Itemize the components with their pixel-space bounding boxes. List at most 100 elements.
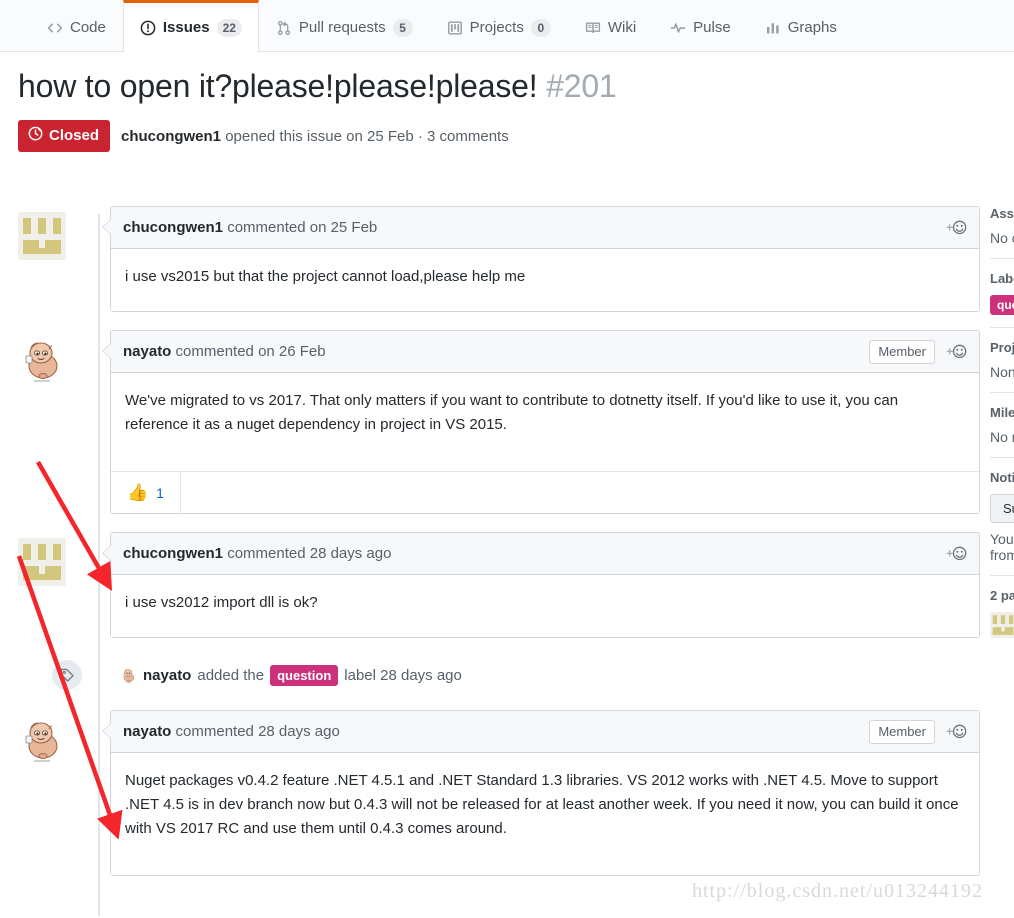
comment-author[interactable]: chucongwen1 — [123, 545, 223, 562]
add-reaction-icon[interactable] — [945, 343, 967, 360]
reaction-thumbs-up[interactable]: 👍 1 — [111, 472, 181, 513]
status-badge: Closed — [18, 120, 111, 152]
timeline-comment: nayato commented 28 days ago Member Nuget … — [18, 710, 980, 876]
tab-label: Issues — [162, 19, 210, 36]
avatar-cell — [18, 330, 84, 514]
issue-number: #201 — [546, 68, 617, 104]
avatar[interactable] — [18, 716, 66, 764]
comment-body: Nuget packages v0.4.2 feature .NET 4.5.1… — [111, 753, 979, 875]
avatar-cell — [18, 206, 84, 312]
timeline-event-labeled: nayato added the question label 28 days ago — [18, 656, 980, 694]
sidebar-assignees: Assignees No one assigned — [990, 206, 1014, 259]
meta-separator: · — [417, 127, 423, 145]
tab-label: Pulse — [693, 19, 731, 36]
sidebar-notifications-note-2: from this thread. — [990, 547, 1014, 563]
git-pull-request-icon — [276, 20, 292, 36]
page-title: how to open it?please!please!please! #20… — [18, 66, 978, 106]
pulse-icon — [670, 20, 686, 36]
event-text-before: added the — [197, 666, 265, 684]
tab-counter: 0 — [530, 18, 551, 37]
issue-meta-text: chucongwen1 opened this issue on 25 Feb … — [121, 128, 509, 145]
issue-opened-icon — [140, 20, 156, 36]
issue-sidebar: Assignees No one assigned Labels questio… — [990, 206, 1014, 641]
participant-avatar[interactable] — [990, 612, 1014, 638]
tab-label: Code — [70, 19, 106, 36]
comment-timestamp: commented on 25 Feb — [227, 219, 378, 236]
project-board-icon — [447, 20, 463, 36]
book-icon — [585, 20, 601, 36]
tab-wiki[interactable]: Wiki — [568, 0, 653, 52]
watermark: http://blog.csdn.net/u013244192 — [692, 880, 983, 902]
event-icon-cell — [18, 660, 84, 690]
tab-label: Projects — [469, 19, 524, 36]
issue-closed-icon — [28, 126, 43, 146]
sidebar-notifications-note-1: You're not receiving — [990, 531, 1014, 547]
comment-header: nayato commented on 26 Feb Member — [111, 331, 979, 373]
comment-cell: nayato commented on 26 Feb Member We've mi… — [102, 330, 980, 514]
comment-timestamp: commented 28 days ago — [227, 545, 392, 562]
tab-pulse[interactable]: Pulse — [653, 0, 748, 52]
tab-label: Pull requests — [298, 19, 386, 36]
avatar[interactable] — [18, 538, 66, 586]
tab-code[interactable]: Code — [30, 0, 123, 52]
avatar[interactable] — [18, 212, 66, 260]
comment-author[interactable]: nayato — [123, 343, 171, 360]
status-badge-label: Closed — [49, 127, 100, 144]
issue-author[interactable]: chucongwen1 — [121, 128, 221, 145]
sidebar-notifications: Notifications Subscribe You're not recei… — [990, 470, 1014, 576]
sidebar-participants-title: 2 participants — [990, 588, 1014, 603]
sidebar-assignees-value: No one assigned — [990, 230, 1014, 246]
issue-meta: Closed chucongwen1 opened this issue on … — [18, 120, 978, 152]
reaction-bar: 👍 1 — [111, 471, 979, 513]
add-reaction-icon[interactable] — [945, 545, 967, 562]
avatar[interactable] — [18, 336, 66, 384]
comment-author[interactable]: nayato — [123, 723, 171, 740]
comment-timestamp: commented 28 days ago — [175, 723, 340, 740]
issue-header: how to open it?please!please!please! #20… — [18, 66, 978, 152]
sidebar-projects-value: None yet — [990, 364, 1014, 380]
sidebar-labels: Labels question — [990, 271, 1014, 328]
comment-timestamp: commented on 26 Feb — [175, 343, 326, 360]
tab-label: Graphs — [787, 19, 837, 36]
event-author[interactable]: nayato — [143, 667, 191, 684]
sidebar-milestone-title: Milestone — [990, 405, 1014, 420]
sidebar-label-question[interactable]: question — [990, 295, 1014, 315]
add-reaction-icon[interactable] — [945, 723, 967, 740]
comment-author[interactable]: chucongwen1 — [123, 219, 223, 236]
comment-cell: nayato commented 28 days ago Member Nuget … — [102, 710, 980, 876]
avatar-cell — [18, 710, 84, 876]
tab-pull-requests[interactable]: Pull requests 5 — [259, 0, 430, 52]
comment-body: We've migrated to vs 2017. That only mat… — [111, 373, 979, 471]
reaction-count: 1 — [156, 484, 164, 501]
tab-issues[interactable]: Issues 22 — [122, 0, 259, 53]
label-chip-question[interactable]: question — [270, 664, 339, 686]
event-avatar[interactable] — [120, 666, 137, 684]
tab-graphs[interactable]: Graphs — [748, 0, 854, 52]
issue-opened-text: opened this issue on 25 Feb — [225, 127, 414, 145]
sidebar-projects: Projects None yet — [990, 340, 1014, 393]
sidebar-projects-title: Projects — [990, 340, 1014, 355]
timeline: chucongwen1 commented on 25 Feb i use vs2… — [18, 206, 980, 916]
add-reaction-icon[interactable] — [945, 219, 967, 236]
timeline-comment: nayato commented on 26 Feb Member We've mi… — [18, 330, 980, 514]
sidebar-labels-title: Labels — [990, 271, 1014, 286]
tag-icon — [52, 660, 82, 690]
comment-box: nayato commented on 26 Feb Member We've mi… — [102, 330, 980, 514]
subscribe-button[interactable]: Subscribe — [990, 494, 1014, 523]
issue-page: Code Issues 22 Pull requests 5 Projects 0 Wiki P… — [0, 0, 1014, 918]
tab-projects[interactable]: Projects 0 — [430, 0, 568, 52]
comment-body: i use vs2012 import dll is ok? — [111, 575, 979, 637]
tab-counter: 22 — [216, 18, 242, 37]
comment-header: nayato commented 28 days ago Member — [111, 711, 979, 753]
issue-comment-count: 3 comments — [427, 127, 509, 145]
thumbs-up-icon: 👍 — [127, 483, 149, 502]
issue-timeline-column: chucongwen1 commented on 25 Feb i use vs2… — [18, 206, 980, 916]
event-text: nayato added the question label 28 days ago — [120, 664, 462, 686]
comment-body: i use vs2015 but that the project cannot… — [111, 249, 979, 311]
avatar-cell — [18, 532, 84, 638]
comment-header: chucongwen1 commented 28 days ago — [111, 533, 979, 575]
sidebar-assignees-title: Assignees — [990, 206, 1014, 221]
comment-header: chucongwen1 commented on 25 Feb — [111, 207, 979, 249]
issue-title-text: how to open it?please!please!please! — [18, 68, 538, 104]
member-badge: Member — [869, 719, 935, 744]
